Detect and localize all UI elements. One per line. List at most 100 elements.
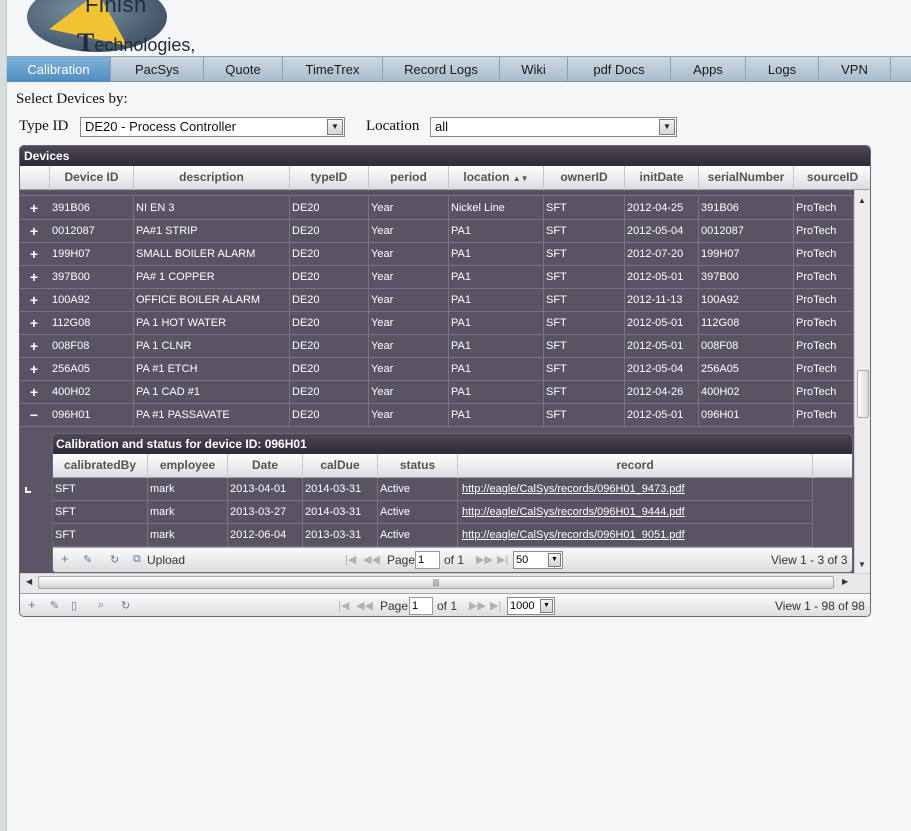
table-row[interactable]: +112G08 PA 1 HOT WATER DE20 Year PA1 SFT 2012-… [20,312,854,335]
expand-row-icon[interactable]: + [20,243,48,265]
expand-row-icon[interactable]: + [20,381,48,403]
expand-row-icon[interactable]: + [20,312,48,334]
subgrid-col-header-employee[interactable]: employee [148,454,228,478]
subgrid-header: calibratedBy employee Date calDue status reco… [53,454,852,478]
prev-page-icon[interactable]: ◀◀ [356,599,373,612]
edit-icon[interactable]: ✎ [50,599,59,612]
col-header-serialnumber[interactable]: serialNumber [699,166,794,190]
table-cell: SFT [544,358,625,380]
table-cell: PA1 [449,243,544,265]
table-row[interactable]: +391B06 NI EN 3 DE20 Year Nickel Line SFT 2012… [20,197,854,220]
tab-vpn[interactable]: VPN [819,57,891,82]
table-row[interactable]: +199H07 SMALL BOILER ALARM DE20 Year PA1 SFT 2… [20,243,854,266]
col-header-initdate[interactable]: initDate [625,166,699,190]
subgrid-rows-per-page-select[interactable]: 50 ▼ [513,551,563,569]
record-pdf-link[interactable]: http://eagle/CalSys/records/096H01_9473.… [462,483,685,495]
table-cell: 397B00 [50,266,134,288]
sort-icon[interactable]: ▲▼ [513,174,529,183]
col-header-device-id[interactable]: Device ID [50,166,134,190]
subgrid-row[interactable]: SFT mark 2012-06-04 2013-03-31 Active http://… [53,524,813,547]
expand-row-icon[interactable]: + [20,266,48,288]
table-row[interactable]: +256A05 PA #1 ETCH DE20 Year PA1 SFT 2012-05-0… [20,358,854,381]
subgrid-row[interactable]: SFT mark 2013-03-27 2014-03-31 Active http://… [53,501,813,524]
scroll-down-icon[interactable]: ▼ [858,560,866,569]
table-cell: 008F08 [699,335,794,357]
scroll-right-icon[interactable]: ▶ [842,577,848,586]
col-header-location[interactable]: location ▲▼ [449,166,544,190]
refresh-icon[interactable]: ↻ [121,599,130,612]
type-id-select[interactable]: DE20 - Process Controller ▼ [80,117,345,137]
table-row[interactable]: +100A92 OFFICE BOILER ALARM DE20 Year PA1 SFT… [20,289,854,312]
tab-wiki[interactable]: Wiki [500,57,568,82]
first-page-icon[interactable]: |◀ [338,599,349,612]
tab-calibration[interactable]: Calibration [7,57,111,82]
scroll-left-icon[interactable]: ◀ [26,577,32,586]
search-icon[interactable]: ⌕ [98,599,104,612]
subgrid-next-page-icon[interactable]: ▶▶ [476,553,493,566]
record-link-cell: http://eagle/CalSys/records/096H01_9473.… [458,478,813,500]
col-header-ownerid[interactable]: ownerID [544,166,625,190]
upload-icon[interactable]: ⧉ [133,553,141,566]
devices-vertical-scrollbar[interactable]: ▲ ▼ [854,190,870,573]
expand-row-icon[interactable]: + [20,197,48,219]
tab-pacsys[interactable]: PacSys [111,57,204,82]
subgrid-cell: 2013-04-01 [228,478,303,500]
tab-logs[interactable]: Logs [746,57,819,82]
subgrid-page-input[interactable]: 1 [415,551,440,569]
subgrid-edit-icon[interactable]: ✎ [83,553,92,566]
location-select[interactable]: all ▼ [430,117,677,137]
subgrid-prev-page-icon[interactable]: ◀◀ [363,553,380,566]
location-dropdown-icon[interactable]: ▼ [659,119,675,135]
subgrid-col-header-caldue[interactable]: calDue [303,454,378,478]
last-page-icon[interactable]: ▶| [490,599,501,612]
record-pdf-link[interactable]: http://eagle/CalSys/records/096H01_9444.… [462,506,685,518]
table-cell: ProTech [794,335,854,357]
table-row[interactable]: −096H01 PA #1 PASSAVATE DE20 Year PA1 SFT 2012… [20,404,854,427]
subgrid-refresh-icon[interactable]: ↻ [110,553,119,566]
table-cell: 2012-05-01 [625,335,699,357]
upload-button[interactable]: Upload [147,553,185,567]
subgrid-add-icon[interactable]: + [61,551,69,566]
tab-record-logs[interactable]: Record Logs [383,57,500,82]
page-number-input[interactable]: 1 [409,597,433,615]
table-cell: 391B06 [50,197,134,219]
rows-per-page-dropdown-icon[interactable]: ▼ [540,599,553,613]
type-id-dropdown-icon[interactable]: ▼ [327,119,343,135]
subgrid-col-header-record[interactable]: record [458,454,813,478]
tab-timetrex[interactable]: TimeTrex [283,57,383,82]
subgrid-rows-dropdown-icon[interactable]: ▼ [548,553,561,567]
col-header-sourceid[interactable]: sourceID [794,166,870,190]
col-header-period[interactable]: period [369,166,449,190]
select-devices-title: Select Devices by: [16,91,128,107]
expand-row-icon[interactable]: + [20,289,48,311]
subgrid-row[interactable]: SFT mark 2013-04-01 2014-03-31 Active http://… [53,478,813,501]
col-header-description[interactable]: description [134,166,290,190]
subgrid-col-header-calibratedby[interactable]: calibratedBy [53,454,148,478]
expand-row-icon[interactable]: + [20,358,48,380]
expand-row-icon[interactable]: + [20,220,48,242]
devices-horizontal-scrollbar[interactable]: ◀ ||| ▶ [20,573,870,591]
record-pdf-link[interactable]: http://eagle/CalSys/records/096H01_9051.… [462,529,685,541]
collapse-row-icon[interactable]: − [20,404,48,426]
next-page-icon[interactable]: ▶▶ [469,599,486,612]
subgrid-col-header-date[interactable]: Date [228,454,303,478]
horizontal-scroll-thumb[interactable]: ||| [38,576,834,589]
expand-row-icon[interactable]: + [20,335,48,357]
scroll-up-icon[interactable]: ▲ [858,196,866,205]
col-header-typeid[interactable]: typeID [290,166,369,190]
table-row[interactable]: +0012087 PA#1 STRIP DE20 Year PA1 SFT 2012-05-… [20,220,854,243]
table-cell: DE20 [290,404,369,426]
subgrid-last-page-icon[interactable]: ▶| [497,553,508,566]
vertical-scroll-thumb[interactable] [857,370,869,418]
tab-pdf-docs[interactable]: pdf Docs [568,57,671,82]
table-row[interactable]: +008F08 PA 1 CLNR DE20 Year PA1 SFT 2012-05-01… [20,335,854,358]
tab-apps[interactable]: Apps [671,57,746,82]
table-row[interactable]: +400H02 PA 1 CAD #1 DE20 Year PA1 SFT 2012-04-… [20,381,854,404]
table-row[interactable]: +397B00 PA# 1 COPPER DE20 Year PA1 SFT 2012-05… [20,266,854,289]
subgrid-first-page-icon[interactable]: |◀ [345,553,356,566]
view-icon[interactable]: ▯ [71,599,77,612]
subgrid-col-header-status[interactable]: status [378,454,458,478]
rows-per-page-select[interactable]: 1000 ▼ [507,597,555,615]
tab-quote[interactable]: Quote [204,57,283,82]
add-icon[interactable]: + [28,597,36,612]
